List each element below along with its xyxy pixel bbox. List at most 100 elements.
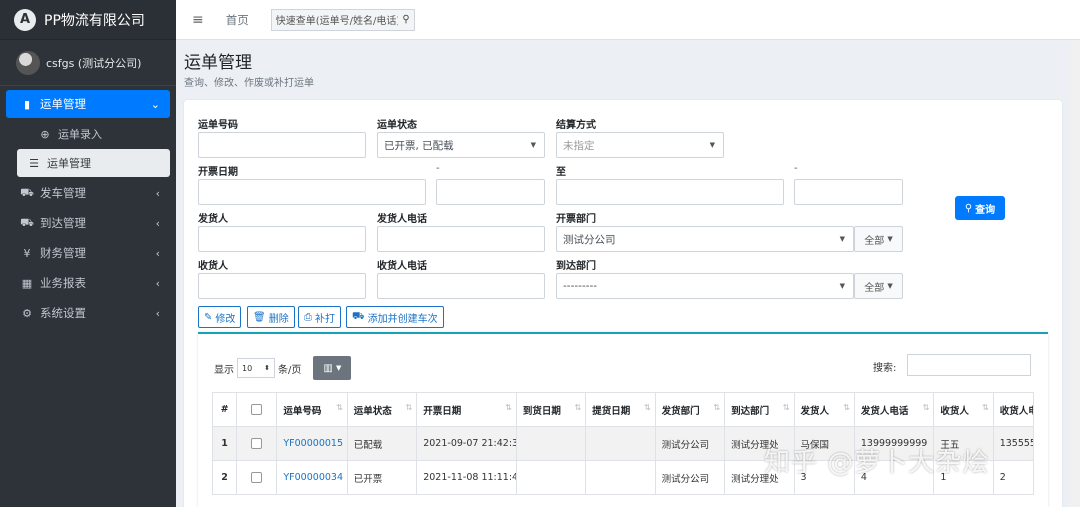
checkbox[interactable] xyxy=(251,472,263,483)
col-header-label: 开票日期 xyxy=(423,405,462,417)
page-size-select[interactable]: 10 ⬍ xyxy=(237,358,275,378)
cell-send-dept: 测试分公司 xyxy=(654,426,726,461)
sidebar-subitem-waybill-entry[interactable]: ⊕ 运单录入 xyxy=(6,120,170,148)
gear-icon: ⚙ xyxy=(22,306,32,320)
sidebar-item-reports[interactable]: ▦ 业务报表 ‹ xyxy=(0,268,176,298)
sidebar-item-settings[interactable]: ⚙ 系统设置 ‹ xyxy=(0,298,176,328)
delete-button[interactable]: 🗑 删除 xyxy=(247,306,295,328)
home-link[interactable]: 首页 xyxy=(226,12,249,28)
menu-toggle-icon[interactable]: ≡ xyxy=(192,12,204,28)
chevron-left-icon: ‹ xyxy=(155,306,160,320)
issue-date-from-input[interactable] xyxy=(198,179,426,205)
page-subtitle: 查询、修改、作废或补打运单 xyxy=(184,78,314,89)
edit-button[interactable]: ✎ 修改 xyxy=(198,306,242,328)
cell-receiver-phone: 13555555555 xyxy=(992,426,1035,461)
chevron-left-icon: ‹ xyxy=(155,216,160,230)
brand[interactable]: A PP物流有限公司 xyxy=(0,0,176,40)
sort-icon: ⇅ xyxy=(922,402,930,412)
sidebar-item-finance[interactable]: ¥ 财务管理 ‹ xyxy=(0,238,176,268)
reprint-label: 补打 xyxy=(315,313,335,325)
row-index: 2 xyxy=(211,460,238,495)
page-size-value: 10 xyxy=(242,363,253,373)
issue-dept-all-dropdown[interactable]: 全部 ▼ xyxy=(854,226,903,252)
plus-circle-icon: ⊕ xyxy=(40,127,50,141)
caret-down-icon: ▼ xyxy=(887,235,893,243)
col-header-select-all[interactable] xyxy=(236,392,278,427)
add-trip-label: 添加并创建车次 xyxy=(367,313,438,325)
list-icon: ☰ xyxy=(29,156,39,170)
columns-toggle-button[interactable]: ▥ ▼ xyxy=(313,356,352,380)
col-header-arrival-date[interactable]: 到货日期 ⇅ xyxy=(515,392,587,427)
sidebar-item-waybill[interactable]: ▮ 运单管理 ⌄ xyxy=(6,90,170,118)
sidebar-item-label: 到达管理 xyxy=(40,216,86,230)
brand-logo-icon: A xyxy=(14,8,36,31)
caret-down-icon: ▼ xyxy=(839,282,845,290)
sidebar-subitem-waybill-manage[interactable]: ☰ 运单管理 xyxy=(17,149,170,177)
col-header-arrive-dept[interactable]: 到达部门 ⇅ xyxy=(724,392,795,427)
sidebar-item-departure[interactable]: ⛟ 发车管理 ‹ xyxy=(0,178,176,208)
col-header-sender-phone[interactable]: 发货人电话 ⇅ xyxy=(853,392,935,427)
sender-phone-input[interactable] xyxy=(377,226,545,252)
sidebar-item-arrival[interactable]: ⛟ 到达管理 ‹ xyxy=(0,208,176,238)
brand-name: PP物流有限公司 xyxy=(44,12,145,29)
col-header-label: 收货人 xyxy=(940,405,969,417)
checkbox[interactable] xyxy=(251,404,263,415)
trash-icon: 🗑 xyxy=(253,311,266,323)
col-header-waybill-no[interactable]: 运单号码 ⇅ xyxy=(276,392,348,427)
file-icon: ▮ xyxy=(23,97,31,111)
show-label: 显示 xyxy=(214,364,234,376)
waybill-link[interactable]: YF00000034 xyxy=(276,460,348,495)
table-search-input[interactable] xyxy=(907,354,1031,376)
issue-date-to-input[interactable] xyxy=(556,179,784,205)
reprint-button[interactable]: ⎙ 补打 xyxy=(298,306,341,328)
row-checkbox-cell[interactable] xyxy=(236,426,278,461)
add-trip-button[interactable]: ⛟ 添加并创建车次 xyxy=(346,306,444,328)
issue-time-from-input[interactable] xyxy=(436,179,545,205)
col-header-receiver[interactable]: 收货人 ⇅ xyxy=(933,392,994,427)
sender-input[interactable] xyxy=(198,226,366,252)
col-header-status[interactable]: 运单状态 ⇅ xyxy=(346,392,418,427)
topbar: ≡ 首页 快速查单(运单号/姓名/电话) ⚲ xyxy=(176,0,1080,40)
label-issue-date: 开票日期 xyxy=(198,167,238,178)
status-select[interactable]: 已开票, 已配载 ▼ xyxy=(377,132,545,158)
col-header-sender[interactable]: 发货人 ⇅ xyxy=(793,392,855,427)
table-icon: ▦ xyxy=(21,276,33,290)
query-button[interactable]: ⚲ 查询 xyxy=(955,196,1005,220)
caret-down-icon: ▼ xyxy=(839,235,845,243)
label-issue-dept: 开票部门 xyxy=(556,214,596,225)
label-status: 运单状态 xyxy=(377,120,417,131)
delete-label: 删除 xyxy=(268,313,289,325)
sidebar-subitem-label: 运单录入 xyxy=(58,128,102,141)
arrive-dept-all-dropdown[interactable]: 全部 ▼ xyxy=(854,273,903,299)
row-checkbox-cell[interactable] xyxy=(236,460,278,495)
quick-search-input[interactable]: 快速查单(运单号/姓名/电话) ⚲ xyxy=(270,8,415,31)
label-sender-phone: 发货人电话 xyxy=(377,214,427,225)
waybill-link[interactable]: YF00000015 xyxy=(276,426,348,461)
col-header-receiver-phone[interactable]: 收货人电话 xyxy=(992,392,1035,427)
arrive-dept-select[interactable]: --------- ▼ xyxy=(556,273,854,299)
col-header-pickup-date[interactable]: 提货日期 ⇅ xyxy=(585,392,656,427)
sort-icon: ⇅ xyxy=(405,402,413,412)
col-header-label: 发货部门 xyxy=(661,405,700,417)
issue-time-to-input[interactable] xyxy=(794,179,903,205)
col-header-send-dept[interactable]: 发货部门 ⇅ xyxy=(654,392,726,427)
issue-dept-select[interactable]: 测试分公司 ▼ xyxy=(556,226,854,252)
sort-icon: ⇅ xyxy=(981,402,989,412)
col-header-label: 发货人电话 xyxy=(860,405,909,417)
waybill-no-input[interactable] xyxy=(198,132,366,158)
print-icon: ⎙ xyxy=(304,311,312,323)
cell-send-dept: 测试分公司 xyxy=(654,460,726,495)
cell-arrival-date xyxy=(515,460,587,495)
receiver-phone-input[interactable] xyxy=(377,273,545,299)
checkbox[interactable] xyxy=(251,438,263,449)
cell-receiver-phone: 2 xyxy=(992,460,1035,495)
col-header-issue-date[interactable]: 开票日期 ⇅ xyxy=(416,392,517,427)
search-icon: ⚲ xyxy=(964,202,973,214)
cell-status: 已配载 xyxy=(346,426,418,461)
receiver-input[interactable] xyxy=(198,273,366,299)
label-receiver: 收货人 xyxy=(198,261,228,272)
user-panel[interactable]: csfgs (测试分公司) xyxy=(0,40,176,86)
page-scrollbar[interactable] xyxy=(1070,40,1080,507)
search-icon[interactable]: ⚲ xyxy=(402,14,409,25)
settlement-select[interactable]: 未指定 ▼ xyxy=(556,132,724,158)
